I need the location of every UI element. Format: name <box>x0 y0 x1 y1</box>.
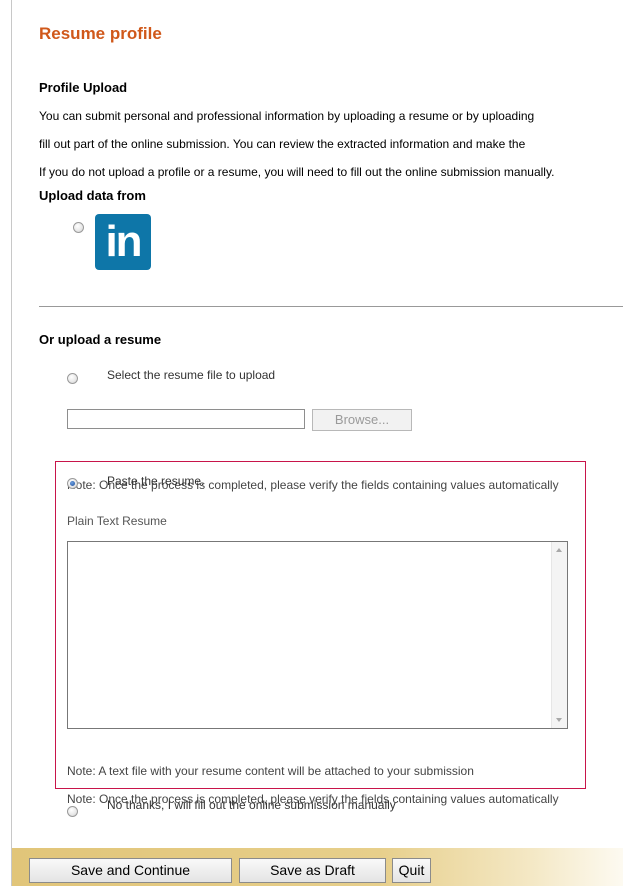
upload-resume-heading: Or upload a resume <box>39 332 162 347</box>
paste-resume-option-label: Paste the resume. <box>107 474 205 488</box>
scroll-up-arrow-icon[interactable] <box>556 548 562 552</box>
linkedin-icon[interactable]: in <box>95 214 151 270</box>
attachment-note: Note: A text file with your resume conte… <box>67 764 474 778</box>
resume-file-input[interactable] <box>67 409 305 429</box>
paste-resume-radio[interactable] <box>67 478 78 489</box>
linkedin-radio[interactable] <box>73 222 84 233</box>
profile-upload-line-3: If you do not upload a profile or a resu… <box>39 165 623 179</box>
textarea-scrollbar[interactable] <box>551 542 567 728</box>
profile-upload-heading: Profile Upload <box>39 80 128 95</box>
scroll-down-arrow-icon[interactable] <box>556 718 562 722</box>
manual-entry-radio[interactable] <box>67 806 78 817</box>
plain-text-resume-textarea[interactable] <box>67 541 568 729</box>
profile-upload-line-1: You can submit personal and professional… <box>39 109 623 123</box>
quit-button[interactable]: Quit <box>392 858 431 883</box>
profile-upload-line-2: fill out part of the online submission. … <box>39 137 623 151</box>
section-divider <box>39 306 623 307</box>
file-upload-radio[interactable] <box>67 373 78 384</box>
page-title: Resume profile <box>39 24 162 43</box>
save-and-continue-button[interactable]: Save and Continue <box>29 858 232 883</box>
browse-button[interactable]: Browse... <box>312 409 412 431</box>
upload-data-from-heading: Upload data from <box>39 188 146 203</box>
plain-text-resume-label: Plain Text Resume <box>67 514 167 528</box>
file-upload-option-label: Select the resume file to upload <box>107 368 276 382</box>
save-as-draft-button[interactable]: Save as Draft <box>239 858 386 883</box>
left-border <box>11 0 12 886</box>
manual-entry-option-label: No thanks, I will fill out the online su… <box>107 798 396 812</box>
